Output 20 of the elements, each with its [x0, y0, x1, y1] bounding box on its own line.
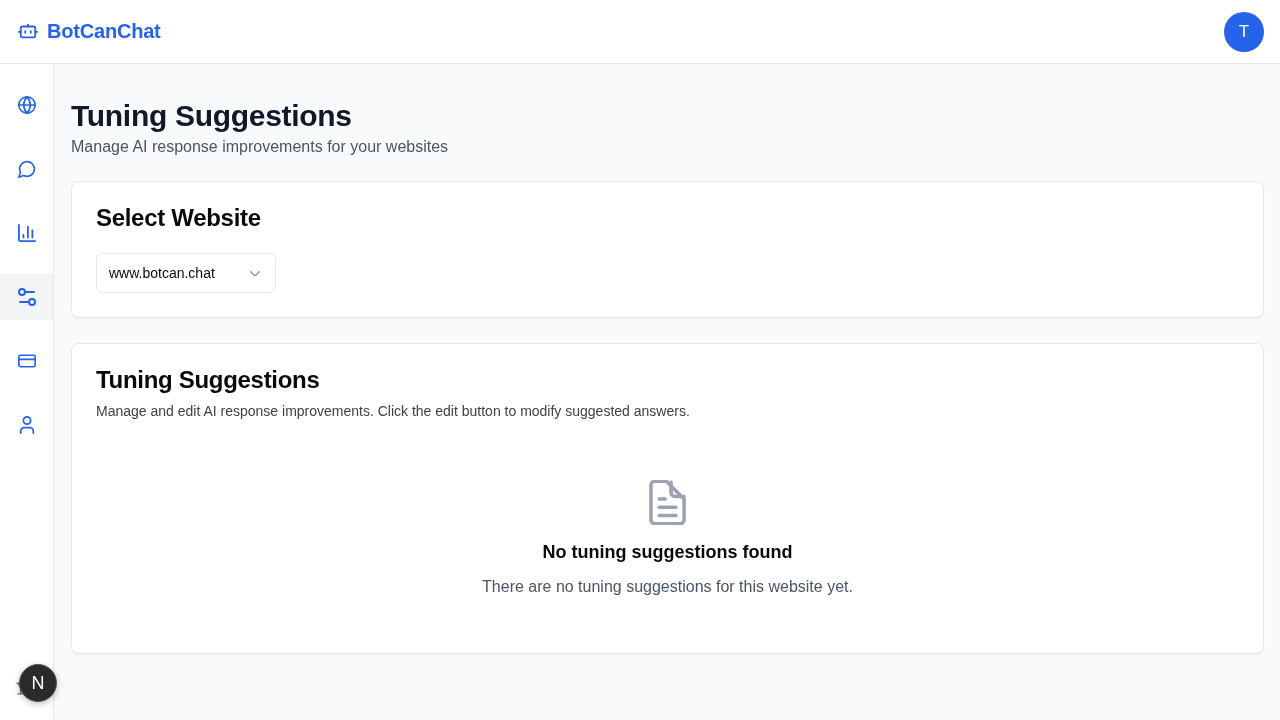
card-title: Tuning Suggestions: [96, 366, 321, 394]
document-icon: [649, 480, 686, 525]
user-icon: [17, 416, 36, 434]
card-description: Manage and edit AI response improvements. Click the edit button to modify suggested answers.: [96, 402, 691, 420]
page-title: Tuning Suggestions: [71, 98, 353, 134]
app-logo-text[interactable]: BotCanChat: [47, 20, 161, 43]
chevron-down-icon: [250, 270, 260, 276]
card-title: Select Website: [96, 204, 262, 232]
sidebar-nav-item[interactable]: [0, 274, 53, 320]
user-avatar[interactable]: T: [1224, 11, 1264, 52]
empty-state-title: No tuning suggestions found: [542, 541, 793, 564]
robot-icon: [18, 24, 38, 39]
credit-card-icon: [17, 352, 36, 370]
sliders-icon: [17, 288, 36, 306]
website-select[interactable]: www.botcan.chat: [96, 253, 276, 293]
chat-bubble-icon: [17, 160, 36, 178]
empty-state-message: There are no tuning suggestions for this website yet.: [482, 577, 853, 597]
bar-chart-icon: [17, 224, 36, 242]
globe-icon: [17, 96, 36, 114]
page-subtitle: Manage AI response improvements for your websites: [71, 137, 450, 157]
